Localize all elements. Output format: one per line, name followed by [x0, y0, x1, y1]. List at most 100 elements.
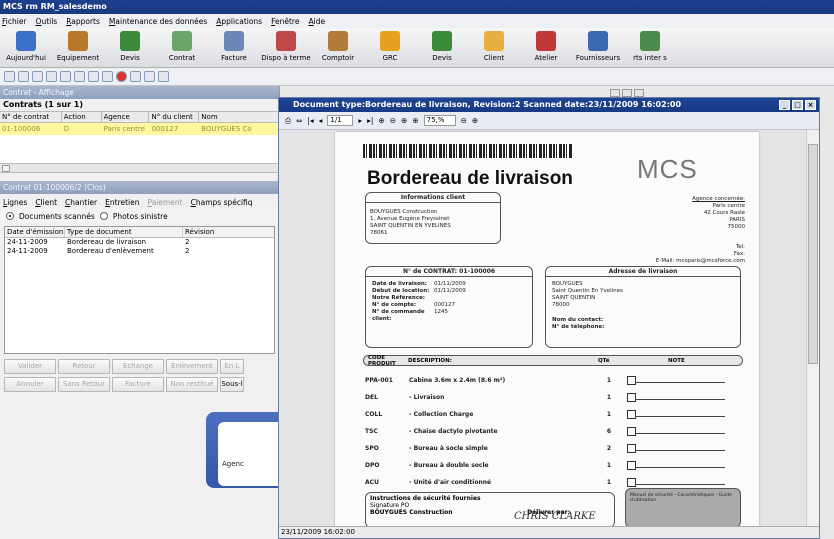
close-icon[interactable] — [634, 89, 644, 97]
maximize-icon[interactable] — [622, 89, 632, 97]
last-page-icon[interactable]: ▸| — [367, 116, 373, 125]
prev-page-icon[interactable]: ◂ — [319, 116, 323, 125]
col-action[interactable]: Action — [62, 112, 102, 122]
contract-detail-title: Contrat 01-100006/2 (Clos) — [0, 181, 279, 194]
toolbar-cabin-button[interactable]: Equipement — [52, 28, 104, 68]
check-icon[interactable] — [102, 71, 113, 82]
scroll-left-icon[interactable] — [2, 165, 10, 172]
stop-icon[interactable] — [116, 71, 127, 82]
product-qty: 1 — [606, 393, 612, 401]
prev-record-icon[interactable] — [144, 71, 155, 82]
table-row[interactable]: 01-100006 D Paris centre 000127 BOUYGUES… — [0, 123, 279, 135]
validate-button[interactable]: Valider — [4, 359, 56, 374]
zoom-field[interactable]: 75,% — [423, 115, 456, 126]
toolbar-invoice-button[interactable]: Facture — [208, 28, 260, 68]
toolbar-devis2-button[interactable]: Devis — [416, 28, 468, 68]
en-l-button[interactable]: En L — [220, 359, 244, 374]
new-icon[interactable] — [4, 71, 15, 82]
status-date: 23/11/2009 16:02:00 — [281, 528, 356, 536]
tab-paiement[interactable]: Paiement — [148, 198, 183, 207]
products-header: CODE PRODUIT DESCRIPTION: QTé NOTE — [363, 354, 743, 367]
vertical-scrollbar[interactable] — [806, 130, 819, 526]
menu-outils[interactable]: Outils — [36, 17, 58, 26]
radio-documents[interactable] — [6, 212, 14, 220]
tab-client[interactable]: Client — [35, 198, 57, 207]
toolbar-grid-button[interactable]: Dispo à terme — [260, 28, 312, 68]
sub-button[interactable]: Sous-l — [220, 377, 244, 392]
col-agency[interactable]: Agence — [102, 112, 150, 122]
zoom-page-icon[interactable]: ⊕ — [412, 116, 418, 125]
copy-icon[interactable] — [46, 71, 57, 82]
toolbar-suppliers-button[interactable]: Fournisseurs — [572, 28, 624, 68]
col-doc-type[interactable]: Type de document — [65, 227, 183, 237]
menu-fenetre[interactable]: Fenêtre — [271, 17, 299, 26]
product-desc: - Collection Charge — [409, 410, 474, 418]
print-icon[interactable]: ⎙ — [285, 116, 291, 126]
tab-champs[interactable]: Champs spécifiq — [191, 198, 253, 207]
menu-aide[interactable]: Aide — [308, 17, 325, 26]
agency-line: 75000 — [727, 224, 746, 230]
panel-title: Contrat - Affichage — [0, 86, 279, 99]
not-returned-button[interactable]: Non restitué — [166, 377, 218, 392]
refresh-icon[interactable] — [74, 71, 85, 82]
tab-lignes[interactable]: Lignes — [3, 198, 27, 207]
menu-rapports[interactable]: Rapports — [66, 17, 100, 26]
return-button[interactable]: Retour — [58, 359, 110, 374]
zoom-in-icon[interactable]: ⊕ — [378, 116, 384, 125]
open-icon[interactable] — [18, 71, 29, 82]
radio-photos[interactable] — [99, 212, 108, 220]
fit-icon[interactable]: ⇔ — [296, 116, 302, 125]
product-row: PPA-001 Cabine 3.6m x 2.4m (8.6 m²) 1 — [365, 372, 735, 388]
exchange-button[interactable]: Echange — [112, 359, 164, 374]
toolbar-transfer-button[interactable]: rts inter s — [624, 28, 676, 68]
field-label: N° de commande client: — [372, 309, 425, 322]
toolbar-calendar-button[interactable]: Aujourd'hui — [0, 28, 52, 68]
minimize-icon[interactable]: _ — [779, 100, 790, 110]
menu-fichier[interactable]: Fichier — [2, 17, 27, 26]
save-icon[interactable] — [32, 71, 43, 82]
toolbar-counter-button[interactable]: Comptoir — [312, 28, 364, 68]
first-page-icon[interactable]: |◂ — [307, 116, 313, 125]
tab-entretien[interactable]: Entretien — [105, 198, 139, 207]
no-return-button[interactable]: Sans Retour — [58, 377, 110, 392]
col-client-no[interactable]: N° du client — [149, 112, 200, 122]
document-canvas[interactable]: Bordereau de livraison MCS Informations … — [279, 130, 807, 526]
zoom-width-icon[interactable]: ⊕ — [401, 116, 407, 125]
toolbar-devis-button[interactable]: Devis — [104, 28, 156, 68]
col-code: CODE PRODUIT — [368, 354, 396, 367]
toolbar-client-button[interactable]: Client — [468, 28, 520, 68]
maximize-icon[interactable]: □ — [792, 100, 803, 110]
agency-line: Paris centre — [712, 203, 745, 209]
menu-applications[interactable]: Applications — [216, 17, 262, 26]
calendar-icon — [16, 31, 36, 51]
next-record-icon[interactable] — [158, 71, 169, 82]
search-icon[interactable] — [88, 71, 99, 82]
product-qty: 1 — [606, 461, 612, 469]
tel-label: Tel: — [735, 244, 745, 250]
close-icon[interactable]: × — [805, 100, 816, 110]
toolbar-contract-button[interactable]: Contrat — [156, 28, 208, 68]
invoice-button[interactable]: Facture — [112, 377, 164, 392]
zoom-increase-icon[interactable]: ⊕ — [472, 116, 478, 125]
col-name[interactable]: Nom — [199, 112, 279, 122]
minimize-icon[interactable] — [610, 89, 620, 97]
pickup-button[interactable]: Enlèvement — [166, 359, 218, 374]
col-issue-date[interactable]: Date d'émission — [5, 227, 65, 237]
toolbar-grc-button[interactable]: GRC — [364, 28, 416, 68]
list-item[interactable]: 24-11-2009 Bordereau d'enlèvement 2 — [5, 247, 274, 256]
tab-chantier[interactable]: Chantier — [65, 198, 97, 207]
horizontal-scrollbar[interactable] — [0, 163, 279, 173]
list-item[interactable]: 24-11-2009 Bordereau de livraison 2 — [5, 238, 274, 247]
page-field[interactable]: 1/1 — [327, 115, 354, 126]
toolbar-toolbox-button[interactable]: Atelier — [520, 28, 572, 68]
first-record-icon[interactable] — [130, 71, 141, 82]
col-contract-no[interactable]: N° de contrat — [0, 112, 62, 122]
menu-maintenance[interactable]: Maintenance des données — [109, 17, 207, 26]
zoom-decrease-icon[interactable]: ⊖ — [461, 116, 467, 125]
cancel-button[interactable]: Annuler — [4, 377, 56, 392]
zoom-out-icon[interactable]: ⊖ — [390, 116, 396, 125]
print-icon[interactable] — [60, 71, 71, 82]
col-revision[interactable]: Révision — [183, 227, 273, 237]
next-page-icon[interactable]: ▸ — [358, 116, 362, 125]
scroll-thumb[interactable] — [808, 144, 818, 364]
